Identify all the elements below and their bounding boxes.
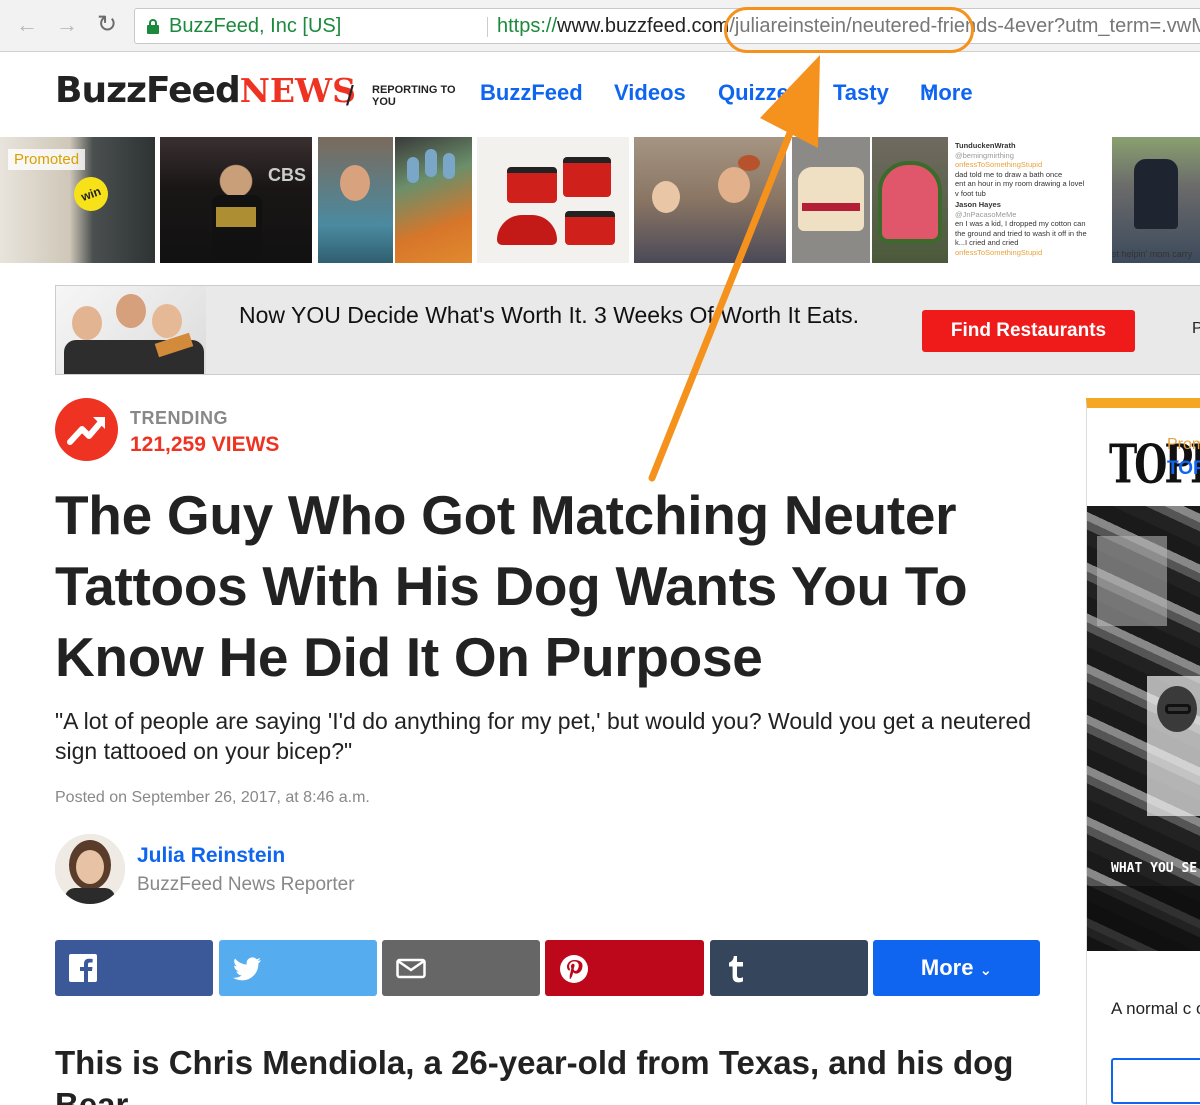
nav-item-buzzfeed[interactable]: BuzzFeed bbox=[480, 80, 583, 106]
ad-headline[interactable]: Now YOU Decide What's Worth It. 3 Weeks … bbox=[239, 300, 879, 330]
sidebar-promo[interactable]: TOPIC Prom TOP WHAT YOU SE A normal c of… bbox=[1086, 398, 1200, 1105]
nav-item-quizzes[interactable]: Quizzes bbox=[718, 80, 801, 106]
article-subhead: This is Chris Mendiola, a 26-year-old fr… bbox=[55, 1044, 1014, 1105]
sandwich-thumbnail[interactable] bbox=[792, 137, 870, 263]
boy-thumbnail[interactable] bbox=[1112, 137, 1200, 263]
win-badge: win bbox=[69, 172, 113, 216]
trending-icon bbox=[55, 398, 118, 461]
nails-thumbnail[interactable] bbox=[395, 137, 472, 263]
share-twitter-button[interactable] bbox=[219, 940, 377, 996]
share-pinterest-button[interactable] bbox=[545, 940, 704, 996]
sidebar-button[interactable] bbox=[1111, 1058, 1200, 1104]
sidebar-image-caption: WHAT YOU SE bbox=[1111, 861, 1198, 876]
article-headline: The Guy Who Got Matching Neuter Tattoos … bbox=[55, 484, 968, 688]
article-dek: "A lot of people are saying 'I'd do anyt… bbox=[55, 708, 1032, 764]
nav-item-tasty[interactable]: Tasty bbox=[833, 80, 889, 106]
back-arrow-icon[interactable]: ← bbox=[14, 12, 40, 38]
url-highlight-oval bbox=[724, 7, 974, 53]
share-email-button[interactable] bbox=[382, 940, 540, 996]
worth-it-hosts-image bbox=[56, 286, 206, 374]
buzzfeed-news-logo[interactable]: BuzzFeedNEWS bbox=[55, 70, 356, 114]
thumbnail-caption: st helpin' mom carry bbox=[1112, 249, 1193, 259]
sidebar-description: A normal c of terror. S bbox=[1111, 999, 1200, 1018]
share-tumblr-button[interactable] bbox=[710, 940, 868, 996]
certificate-label[interactable]: BuzzFeed, Inc [US] bbox=[169, 9, 341, 43]
share-more-button[interactable]: More ⌄ bbox=[873, 940, 1040, 996]
address-bar[interactable]: BuzzFeed, Inc [US] https://www.buzzfeed.… bbox=[134, 8, 1200, 44]
promo-thumbnail[interactable]: Promoted win bbox=[0, 137, 155, 263]
prince-thumbnail[interactable] bbox=[634, 137, 786, 263]
nav-item-videos[interactable]: Videos bbox=[614, 80, 686, 106]
sidebar-collage-image[interactable]: WHAT YOU SE bbox=[1087, 506, 1200, 951]
worth-it-ad[interactable]: Now YOU Decide What's Worth It. 3 Weeks … bbox=[55, 285, 1200, 375]
find-restaurants-button[interactable]: Find Restaurants bbox=[922, 310, 1135, 352]
trending-label: TRENDING bbox=[130, 408, 228, 428]
posted-date: Posted on September 26, 2017, at 8:46 a.… bbox=[55, 789, 370, 806]
facebook-icon bbox=[69, 954, 97, 982]
sidebar-topic-link[interactable]: TOP bbox=[1167, 458, 1200, 480]
emmy-thumbnail[interactable]: CBS bbox=[160, 137, 312, 263]
email-icon bbox=[396, 958, 426, 979]
sidebar-promoted-label: Prom bbox=[1167, 436, 1200, 453]
ad-truncated-text: P bbox=[1192, 320, 1200, 337]
chevron-down-icon: ⌄ bbox=[924, 80, 935, 95]
tumblr-icon bbox=[729, 956, 743, 983]
browser-toolbar: ← → ↻ BuzzFeed, Inc [US] https://www.buz… bbox=[0, 0, 1200, 52]
author-role: BuzzFeed News Reporter bbox=[137, 874, 355, 895]
address-divider bbox=[487, 17, 488, 37]
promo-strip: Promoted win CBS TunduckenWrath @bemingm… bbox=[0, 137, 1200, 263]
view-count: 121,259 VIEWS bbox=[130, 433, 280, 456]
lock-icon bbox=[147, 19, 159, 34]
author-name[interactable]: Julia Reinstein bbox=[137, 844, 285, 868]
photo-thumbnail-1[interactable] bbox=[318, 137, 393, 263]
promoted-label: Promoted bbox=[8, 149, 86, 170]
pinterest-icon bbox=[560, 955, 588, 983]
forward-arrow-icon[interactable]: → bbox=[54, 12, 80, 38]
author-avatar[interactable] bbox=[55, 834, 125, 904]
logo-slash: / bbox=[346, 80, 354, 111]
tagline: REPORTING TO YOU bbox=[372, 84, 456, 108]
cookware-thumbnail[interactable] bbox=[477, 137, 629, 263]
watermelon-thumbnail[interactable] bbox=[872, 137, 948, 263]
chevron-down-icon: ⌄ bbox=[979, 962, 993, 979]
twitter-icon bbox=[233, 957, 261, 981]
reload-icon[interactable]: ↻ bbox=[94, 12, 120, 38]
tweet-thumbnail[interactable]: TunduckenWrath @bemingmirthing onfessToS… bbox=[950, 137, 1110, 263]
share-facebook-button[interactable] bbox=[55, 940, 213, 996]
